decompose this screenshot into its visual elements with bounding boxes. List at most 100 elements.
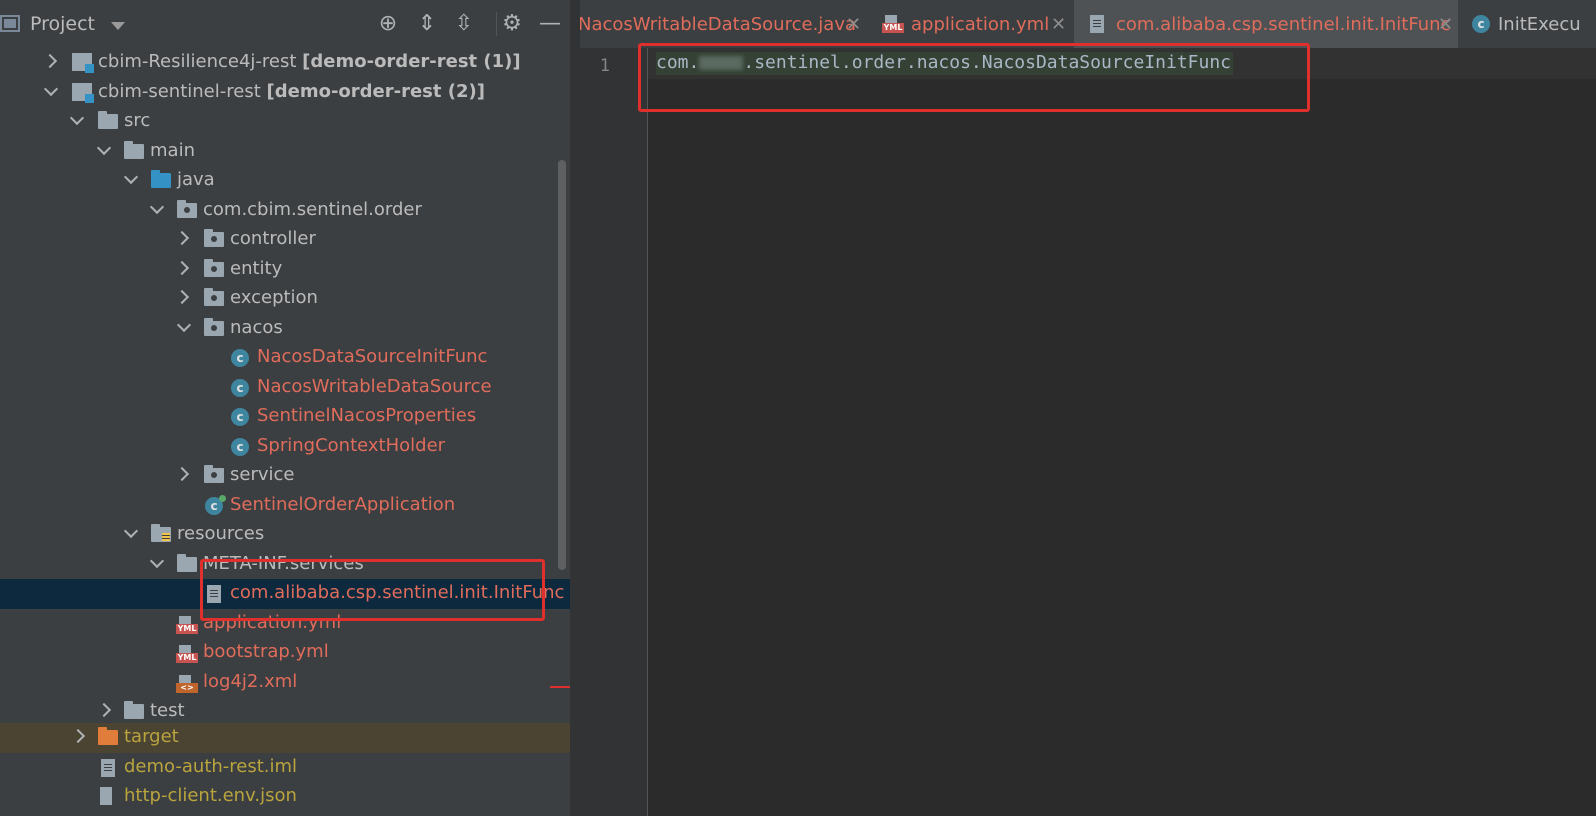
tree-item-label: service <box>230 464 295 485</box>
project-panel-title[interactable]: Project <box>30 13 95 35</box>
project-panel-header: Project ⊕ ⇕ ⇳ ⚙ — <box>0 0 580 48</box>
tab-application-yml[interactable]: application.yml ✕ <box>872 0 1072 48</box>
tab-label: InitExecu <box>1498 14 1581 35</box>
editor-tab-bar: NacosWritableDataSource.java ✕ applicati… <box>580 0 1596 49</box>
tree-item-label: SpringContextHolder <box>257 434 446 456</box>
spring-boot-class-icon: c <box>205 494 226 515</box>
highlight-box-code <box>638 43 1310 112</box>
module-icon <box>72 82 94 103</box>
expand-arrow-icon[interactable] <box>176 233 186 243</box>
expand-arrow-icon[interactable] <box>98 705 108 715</box>
tree-item-log4j2-xml[interactable]: log4j2.xml <box>0 668 572 698</box>
collapse-arrow-icon[interactable] <box>179 322 189 332</box>
close-icon[interactable]: ✕ <box>846 14 861 35</box>
tree-item-controller[interactable]: controller <box>0 225 572 255</box>
tree-item-label: SentinelNacosProperties <box>257 405 477 426</box>
yml-file-icon <box>882 15 904 33</box>
close-icon[interactable]: ✕ <box>1051 14 1066 35</box>
tree-item-label: target <box>124 726 179 747</box>
tree-item-service[interactable]: service <box>0 461 572 491</box>
tree-item-label: src <box>124 110 151 131</box>
tree-item-label: controller <box>230 228 316 249</box>
yml-file-icon <box>176 645 198 663</box>
tree-item-label: nacos <box>230 316 283 338</box>
text-file-icon <box>1090 15 1104 33</box>
folder-icon <box>124 140 144 159</box>
class-icon: c <box>231 349 249 367</box>
tree-item-label: main <box>150 139 195 161</box>
xml-file-icon <box>176 674 198 693</box>
module-icon <box>72 53 94 73</box>
tree-item-label: NacosDataSourceInitFunc <box>257 346 488 367</box>
line-number: 1 <box>599 56 610 76</box>
editor-gutter: 1 <box>580 48 648 816</box>
folder-icon <box>98 111 118 129</box>
tree-item-resources[interactable]: resources <box>0 520 572 550</box>
tab-label: NacosWritableDataSource.java <box>580 14 856 35</box>
yml-file-icon <box>176 615 198 634</box>
expand-all-icon[interactable]: ⇕ <box>415 12 439 36</box>
highlight-box-initfunc-file <box>200 559 545 621</box>
collapse-arrow-icon[interactable] <box>99 145 109 155</box>
close-icon[interactable]: ✕ <box>1438 14 1453 35</box>
tab-label: com.alibaba.csp.sentinel.init.InitFunc <box>1116 14 1451 35</box>
expand-arrow-icon[interactable] <box>176 469 186 479</box>
tab-label: application.yml <box>911 14 1050 35</box>
tree-item-sentinel-nacos-properties[interactable]: c SentinelNacosProperties <box>0 402 572 432</box>
expand-arrow-icon[interactable] <box>72 731 82 741</box>
collapse-arrow-icon[interactable] <box>72 115 82 125</box>
collapse-arrow-icon[interactable] <box>152 558 162 568</box>
collapse-arrow-icon[interactable] <box>126 174 136 184</box>
collapse-all-icon[interactable]: ⇳ <box>452 12 476 36</box>
tree-item-resilience4j[interactable]: cbim-Resilience4j-rest [demo-order-rest … <box>0 48 572 78</box>
panel-splitter[interactable] <box>570 0 580 816</box>
tree-item-target[interactable]: target <box>0 723 572 753</box>
tree-item-nacos-writable-datasource[interactable]: c NacosWritableDataSource <box>0 373 572 403</box>
tree-item-http-client-env[interactable]: http-client.env.json <box>0 782 572 812</box>
collapse-arrow-icon[interactable] <box>46 86 56 96</box>
tree-item-label: entity <box>230 257 283 279</box>
tree-item-sentinel-order-application[interactable]: c SentinelOrderApplication <box>0 491 572 521</box>
resources-folder-icon <box>151 524 171 542</box>
tree-item-bootstrap-yml[interactable]: bootstrap.yml <box>0 638 572 668</box>
source-folder-icon <box>151 170 171 188</box>
tab-initfunc-active[interactable]: com.alibaba.csp.sentinel.init.InitFunc ✕ <box>1074 0 1458 48</box>
tree-item-exception[interactable]: exception <box>0 284 572 314</box>
minimize-icon[interactable]: — <box>538 12 562 36</box>
tree-item-src[interactable]: src <box>0 107 572 137</box>
package-icon <box>204 258 224 277</box>
expand-arrow-icon[interactable] <box>176 292 186 302</box>
tab-init-executor[interactable]: c InitExecu <box>1460 0 1596 48</box>
tree-item-label: cbim-sentinel-rest [demo-order-rest (2)] <box>98 80 485 102</box>
annotation-mark <box>550 686 570 688</box>
tree-item-sentinel-rest[interactable]: cbim-sentinel-rest [demo-order-rest (2)] <box>0 78 572 108</box>
folder-icon <box>124 701 144 719</box>
crosshair-icon[interactable]: ⊕ <box>376 12 400 36</box>
tree-item-label: java <box>177 169 215 190</box>
class-icon: c <box>231 437 249 456</box>
tree-item-nacos[interactable]: nacos <box>0 314 572 344</box>
tree-item-entity[interactable]: entity <box>0 255 572 285</box>
expand-arrow-icon[interactable] <box>44 56 54 66</box>
tree-item-java[interactable]: java <box>0 166 572 196</box>
collapse-arrow-icon[interactable] <box>126 528 136 538</box>
tab-nacos-writable-datasource[interactable]: NacosWritableDataSource.java ✕ <box>580 0 864 48</box>
project-panel: Project ⊕ ⇕ ⇳ ⚙ — cbim-Resilience4j-rest… <box>0 0 580 816</box>
tree-item-main[interactable]: main <box>0 137 572 167</box>
package-icon <box>177 199 197 218</box>
collapse-arrow-icon[interactable] <box>152 204 162 214</box>
view-dropdown-icon[interactable] <box>111 22 125 30</box>
class-icon: c <box>231 408 249 426</box>
tree-item-package-order[interactable]: com.cbim.sentinel.order <box>0 196 572 226</box>
package-icon <box>204 288 224 306</box>
tree-scrollbar[interactable] <box>558 160 566 570</box>
tree-item-label: resources <box>177 523 265 544</box>
tree-item-nacos-datasource-initfunc[interactable]: c NacosDataSourceInitFunc <box>0 343 572 373</box>
tree-item-iml[interactable]: demo-auth-rest.iml <box>0 753 572 783</box>
expand-arrow-icon[interactable] <box>176 263 186 273</box>
package-icon <box>204 465 224 483</box>
tree-item-spring-context-holder[interactable]: c SpringContextHolder <box>0 432 572 462</box>
gear-icon[interactable]: ⚙ <box>500 12 524 36</box>
folder-icon <box>177 553 197 572</box>
toolbar-divider <box>496 12 497 36</box>
